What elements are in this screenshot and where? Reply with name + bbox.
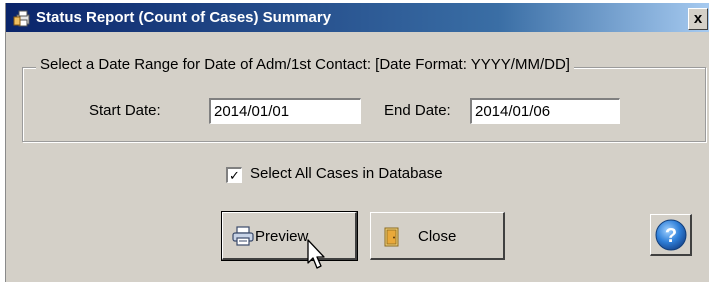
mouse-pointer-icon	[307, 239, 325, 269]
preview-button-label: Preview	[255, 228, 309, 245]
help-icon: ?	[655, 219, 687, 251]
status-report-dialog: Status Report (Count of Cases) Summary x…	[5, 3, 709, 282]
date-range-legend: Select a Date Range for Date of Adm/1st …	[36, 55, 574, 75]
door-icon	[384, 227, 399, 247]
printer-icon	[232, 226, 254, 246]
end-date-label: End Date:	[384, 102, 451, 119]
help-button[interactable]: ?	[650, 214, 692, 256]
window-title: Status Report (Count of Cases) Summary	[36, 9, 332, 26]
title-bar[interactable]: Status Report (Count of Cases) Summary x	[6, 3, 709, 32]
start-date-label: Start Date:	[89, 102, 161, 119]
window-close-button[interactable]: x	[688, 8, 708, 30]
close-button-label: Close	[418, 228, 457, 245]
select-all-checkbox[interactable]: ✓	[226, 167, 242, 183]
close-button[interactable]: Close	[370, 212, 505, 260]
app-icon	[13, 10, 30, 27]
start-date-field[interactable]	[209, 98, 361, 124]
select-all-label[interactable]: Select All Cases in Database	[250, 164, 443, 184]
preview-button[interactable]: Preview	[221, 211, 358, 261]
help-button-label: ?	[665, 225, 677, 247]
end-date-field[interactable]	[470, 98, 620, 124]
